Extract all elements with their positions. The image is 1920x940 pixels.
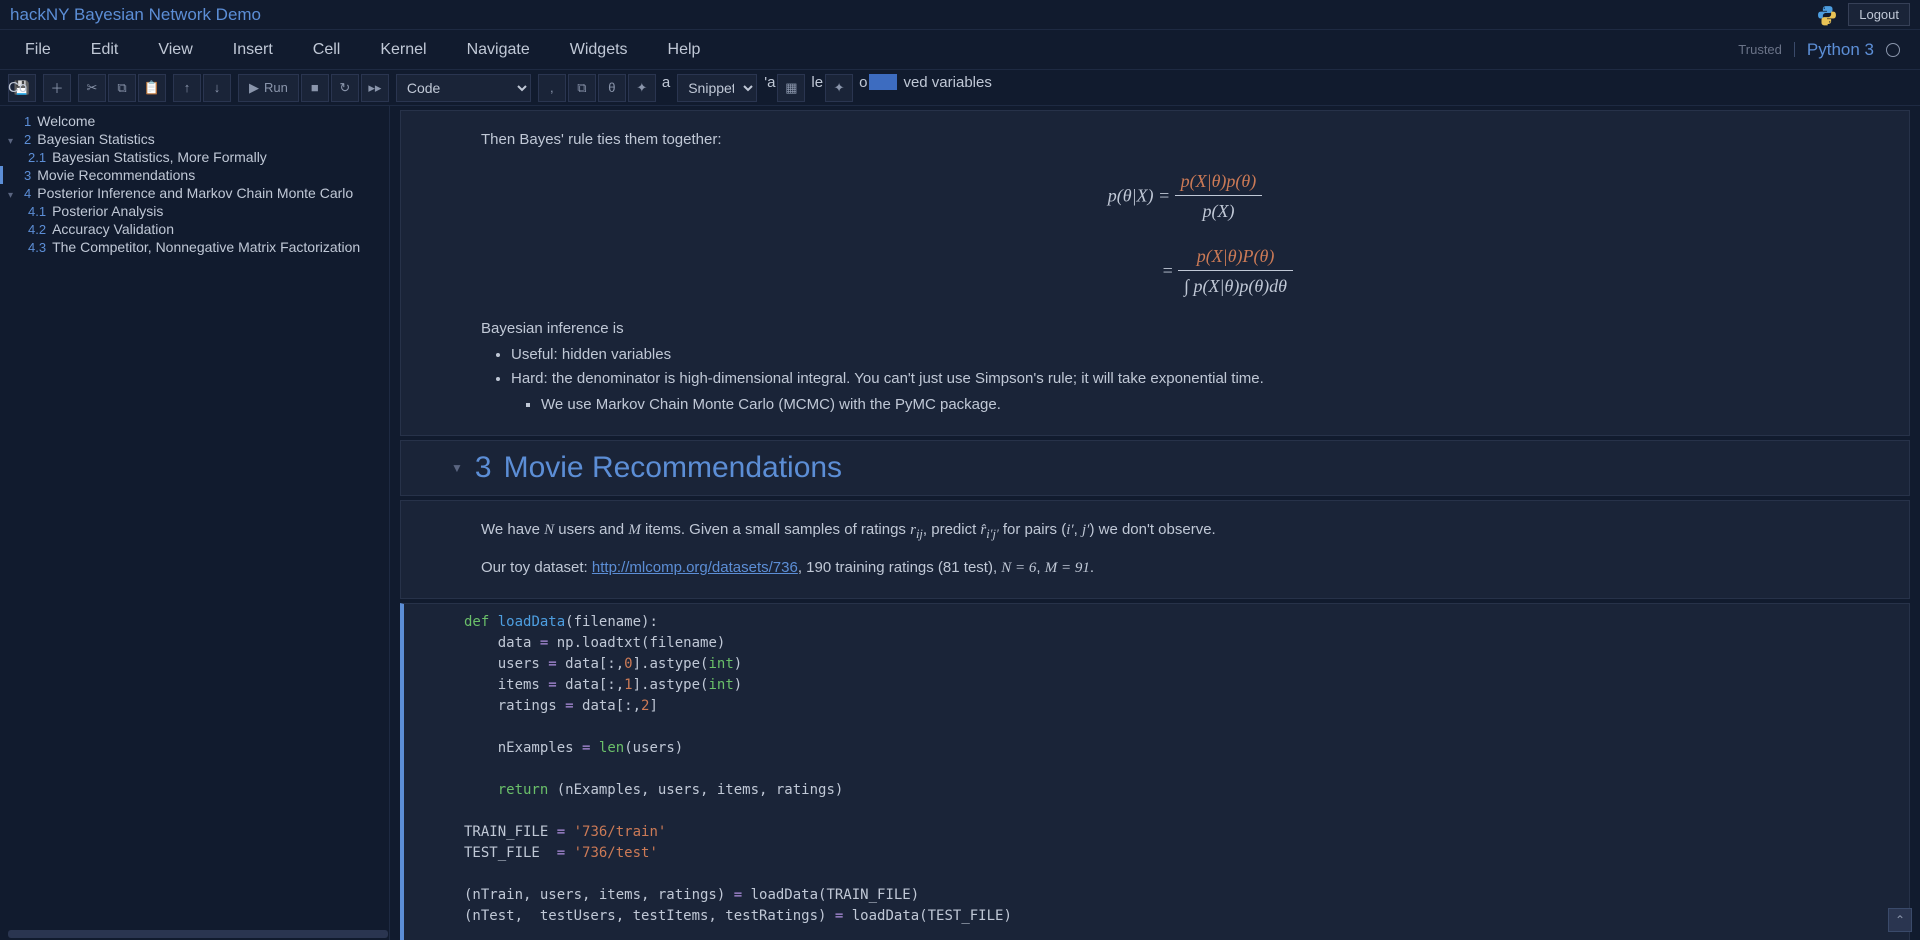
heading-cell-movie[interactable]: ▼ 3 Movie Recommendations <box>400 440 1910 496</box>
header-right: Logout <box>1816 3 1910 26</box>
toc-label: Bayesian Statistics <box>37 131 155 147</box>
bayes-inference-is: Bayesian inference is <box>481 318 1889 341</box>
toc-item-4-1[interactable]: 4.1 Posterior Analysis <box>0 202 389 220</box>
menu-help[interactable]: Help <box>663 33 706 67</box>
copy-button[interactable]: ⧉ <box>108 74 136 102</box>
toc-item-3[interactable]: 3 Movie Recommendations <box>0 166 389 184</box>
toc-label: Accuracy Validation <box>52 221 174 237</box>
header-bar: hackNY Bayesian Network Demo Logout <box>0 0 1920 30</box>
menu-kernel[interactable]: Kernel <box>375 33 431 67</box>
toc-item-4-3[interactable]: 4.3 The Competitor, Nonnegative Matrix F… <box>0 238 389 256</box>
kernel-name[interactable]: Python 3 <box>1807 40 1874 60</box>
blue-box-icon[interactable] <box>869 74 897 90</box>
toc-num: 1 <box>24 114 31 129</box>
ext-btn-theta[interactable]: θ <box>598 74 626 102</box>
stop-button[interactable]: ■ <box>301 74 329 102</box>
kernel-indicator-icon <box>1886 43 1900 57</box>
toc-num: 4.1 <box>28 204 46 219</box>
menubar: File Edit View Insert Cell Kernel Naviga… <box>0 30 1920 70</box>
ext-btn-5[interactable]: ▦ <box>777 74 805 102</box>
toc-label: Posterior Inference and Markov Chain Mon… <box>37 185 353 201</box>
ext-btn-2[interactable]: ⧉ <box>568 74 596 102</box>
list-item: Hard: the denominator is high-dimensiona… <box>511 368 1889 417</box>
notebook-area[interactable]: Then Bayes' rule ties them together: p(θ… <box>390 106 1920 940</box>
add-cell-button[interactable]: ＋ <box>43 74 71 102</box>
caret-down-icon: ▾ <box>8 136 18 147</box>
list-item: We use Markov Chain Monte Carlo (MCMC) w… <box>541 394 1889 417</box>
move-down-button[interactable]: ↓ <box>203 74 231 102</box>
toc-num: 2.1 <box>28 150 46 165</box>
toc-item-1[interactable]: 1 Welcome <box>0 112 389 130</box>
menu-edit[interactable]: Edit <box>86 33 124 67</box>
toc-sidebar: 1 Welcome ▾ 2 Bayesian Statistics 2.1 Ba… <box>0 106 390 940</box>
toc-num: 4 <box>24 186 31 201</box>
ext-btn-6[interactable]: ✦ <box>825 74 853 102</box>
caret-down-icon: ▾ <box>8 190 18 201</box>
menu-view[interactable]: View <box>153 33 197 67</box>
paste-button[interactable]: 📋 <box>138 74 166 102</box>
cut-button[interactable]: ✂ <box>78 74 106 102</box>
ext-btn-4[interactable]: ✦ <box>628 74 656 102</box>
restart-button[interactable]: ↻ <box>331 74 359 102</box>
menu-file[interactable]: File <box>20 33 56 67</box>
toc-item-4-2[interactable]: 4.2 Accuracy Validation <box>0 220 389 238</box>
run-label: Run <box>264 80 288 95</box>
ext-btn-1[interactable]: , <box>538 74 566 102</box>
scroll-top-button[interactable]: ⌃ <box>1888 908 1912 932</box>
bayes-list: Useful: hidden variables Hard: the denom… <box>481 344 1889 417</box>
desc-line-2: Our toy dataset: http://mlcomp.org/datas… <box>481 557 1889 580</box>
menubar-left: File Edit View Insert Cell Kernel Naviga… <box>20 33 705 67</box>
toc-label: Welcome <box>37 113 95 129</box>
dataset-link[interactable]: http://mlcomp.org/datasets/736 <box>592 559 798 576</box>
caret-down-icon[interactable]: ▼ <box>451 461 463 475</box>
toc-num: 2 <box>24 132 31 147</box>
toc-item-4[interactable]: ▾ 4 Posterior Inference and Markov Chain… <box>0 184 389 202</box>
menubar-right: Trusted Python 3 <box>1738 40 1900 60</box>
run-all-button[interactable]: ▸▸ <box>361 74 389 102</box>
toolbar-text-tail: ved variables <box>899 74 991 102</box>
desc-line-1: We have N users and M items. Given a sma… <box>481 519 1889 544</box>
toolbar: Co 💾 ＋ ✂ ⧉ 📋 ↑ ↓ ▶ Run ■ ↻ ▸▸ Code , ⧉ θ… <box>0 70 1920 106</box>
toc-item-2-1[interactable]: 2.1 Bayesian Statistics, More Formally <box>0 148 389 166</box>
toc-label: Posterior Analysis <box>52 203 163 219</box>
toolbar-text-at: a <box>658 74 670 102</box>
heading-num: 3 <box>475 451 492 485</box>
markdown-cell-desc[interactable]: We have N users and M items. Given a sma… <box>400 500 1910 599</box>
menu-widgets[interactable]: Widgets <box>565 33 633 67</box>
code-cell-loaddata[interactable]: def loadData(filename): data = np.loadtx… <box>400 603 1910 940</box>
menu-insert[interactable]: Insert <box>228 33 278 67</box>
toc-item-2[interactable]: ▾ 2 Bayesian Statistics <box>0 130 389 148</box>
toc-num: 4.3 <box>28 240 46 255</box>
python-icon <box>1816 4 1838 26</box>
run-button[interactable]: ▶ Run <box>238 74 299 102</box>
snippets-select[interactable]: Snippets <box>677 74 757 102</box>
logout-button[interactable]: Logout <box>1848 3 1910 26</box>
toc-title-overlay: Co <box>8 79 27 96</box>
move-up-button[interactable]: ↑ <box>173 74 201 102</box>
code-block[interactable]: def loadData(filename): data = np.loadtx… <box>464 612 1899 940</box>
toc-label: Bayesian Statistics, More Formally <box>52 149 267 165</box>
toc-num: 3 <box>24 168 31 183</box>
notebook-title[interactable]: hackNY Bayesian Network Demo <box>10 5 261 25</box>
toolbar-text-a: 'a <box>760 74 775 102</box>
toc-label: Movie Recommendations <box>37 167 195 183</box>
sidebar-scrollbar[interactable] <box>8 930 388 938</box>
toolbar-text-o: o <box>855 74 867 102</box>
cell-type-select[interactable]: Code <box>396 74 531 102</box>
main: 1 Welcome ▾ 2 Bayesian Statistics 2.1 Ba… <box>0 106 1920 940</box>
heading-title: Movie Recommendations <box>504 451 842 485</box>
list-item: Useful: hidden variables <box>511 344 1889 367</box>
bayes-formula-2: = p(X|θ)P(θ) ∫ p(X|θ)p(θ)dθ <box>481 243 1889 302</box>
toc-label: The Competitor, Nonnegative Matrix Facto… <box>52 239 360 255</box>
toc-num: 4.2 <box>28 222 46 237</box>
bayes-intro: Then Bayes' rule ties them together: <box>481 129 1889 152</box>
trusted-label: Trusted <box>1738 42 1795 57</box>
bayes-formula-1: p(θ|X) = p(X|θ)p(θ) p(X) <box>481 168 1889 227</box>
menu-navigate[interactable]: Navigate <box>462 33 535 67</box>
menu-cell[interactable]: Cell <box>308 33 346 67</box>
toolbar-text-le: le <box>807 74 823 102</box>
markdown-cell-bayes[interactable]: Then Bayes' rule ties them together: p(θ… <box>400 110 1910 436</box>
